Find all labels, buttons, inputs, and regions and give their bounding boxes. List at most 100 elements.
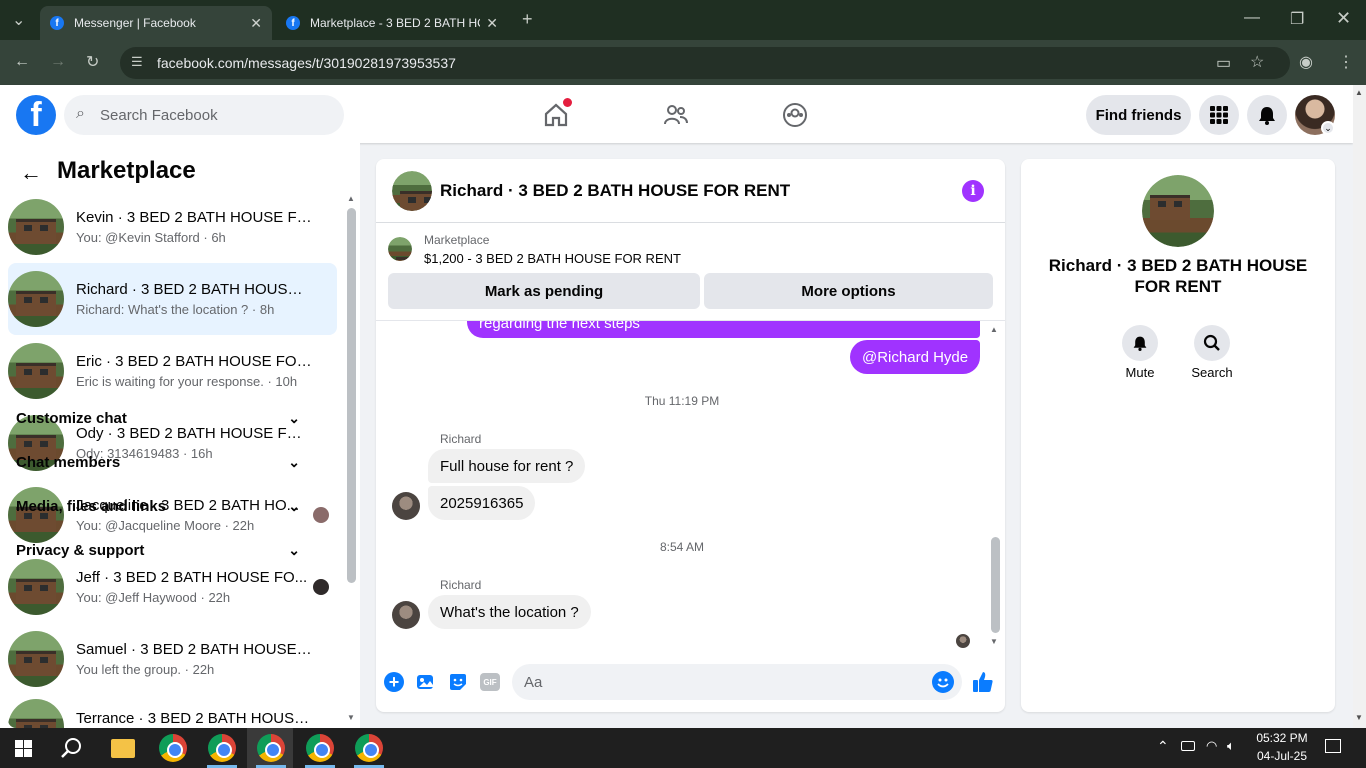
conversation-list-scrollbar[interactable]: [347, 208, 356, 583]
battery-icon[interactable]: [1181, 741, 1195, 751]
message-timestamp: Thu 11:19 PM: [644, 394, 720, 408]
scroll-up-icon[interactable]: ▲: [990, 325, 998, 334]
close-tab-icon[interactable]: ✕: [486, 15, 498, 32]
clock-date[interactable]: 04-Jul-25: [1252, 749, 1312, 763]
new-tab-icon[interactable]: +: [522, 9, 533, 30]
profile-avatar[interactable]: ⌄: [1295, 95, 1335, 135]
message-text: 2025916365: [440, 494, 524, 512]
message-bubble-outgoing[interactable]: regarding the next steps: [467, 321, 980, 338]
message-bubble-incoming[interactable]: Full house for rent ?: [428, 449, 586, 483]
message-thread-scrollbar[interactable]: [991, 537, 1000, 633]
tab-title: Marketplace - 3 BED 2 BATH HO: [310, 16, 480, 30]
chat-members-row[interactable]: Chat members ⌄: [16, 454, 300, 471]
home-icon[interactable]: [543, 98, 572, 128]
taskbar-search-icon[interactable]: [60, 736, 84, 760]
emoji-icon[interactable]: [932, 671, 954, 693]
conversation-item[interactable]: Kevin · 3 BED 2 BATH HOUSE FO... You: @Ke…: [8, 195, 337, 259]
browser-menu-icon[interactable]: ⋮: [1338, 52, 1354, 72]
search-conversation-button[interactable]: [1194, 325, 1230, 361]
tab-messenger[interactable]: f Messenger | Facebook ✕: [40, 6, 272, 40]
chrome-profile-icon[interactable]: [355, 734, 383, 762]
chat-header-thumbnail[interactable]: [392, 171, 432, 211]
listing-thumbnail: [8, 199, 64, 255]
close-tab-icon[interactable]: ✕: [250, 15, 262, 32]
show-hidden-icons-icon[interactable]: ⌃: [1157, 738, 1169, 755]
menu-grid-button[interactable]: [1199, 95, 1239, 135]
scroll-up-icon[interactable]: ▲: [1355, 88, 1363, 97]
conversation-item[interactable]: Jeff · 3 BED 2 BATH HOUSE FO... You: @Jef…: [8, 555, 337, 619]
chrome-profile-icon[interactable]: [257, 734, 285, 762]
customize-chat-row[interactable]: Customize chat ⌄: [16, 410, 300, 427]
wifi-icon[interactable]: ◠: [1206, 738, 1217, 754]
chat-header-title[interactable]: Richard · 3 BED 2 BATH HOUSE FOR RENT: [440, 181, 790, 201]
scroll-down-icon[interactable]: ▼: [347, 713, 355, 722]
close-window-icon[interactable]: ✕: [1336, 8, 1351, 29]
notifications-button[interactable]: [1247, 95, 1287, 135]
like-thumb-icon[interactable]: [972, 670, 994, 694]
mute-button[interactable]: [1122, 325, 1158, 361]
install-app-icon[interactable]: ▭: [1216, 53, 1231, 73]
gif-icon[interactable]: GIF: [480, 673, 500, 691]
volume-icon[interactable]: 🔈︎: [1227, 738, 1235, 754]
sender-avatar[interactable]: [392, 492, 420, 520]
minimize-icon[interactable]: —: [1244, 9, 1260, 27]
scroll-down-icon[interactable]: ▼: [990, 637, 998, 646]
sticker-icon[interactable]: [448, 672, 468, 692]
message-bubble-incoming[interactable]: 2025916365: [428, 486, 536, 520]
conversation-item-selected[interactable]: Richard · 3 BED 2 BATH HOUSE ... Richard:…: [8, 263, 337, 335]
forward-icon[interactable]: →: [50, 53, 66, 71]
site-info-icon[interactable]: ☰: [131, 54, 143, 70]
conversation-item[interactable]: Samuel · 3 BED 2 BATH HOUSE F... You left…: [8, 627, 337, 691]
chrome-profile-icon[interactable]: [208, 734, 236, 762]
groups-icon[interactable]: [782, 102, 808, 128]
message-bubble-outgoing[interactable]: @Richard Hyde: [850, 340, 981, 374]
scroll-up-icon[interactable]: ▲: [347, 194, 355, 203]
add-attachment-icon[interactable]: +: [384, 672, 404, 692]
restore-icon[interactable]: ❐: [1290, 9, 1304, 29]
find-friends-label: Find friends: [1095, 106, 1182, 124]
profile-icon[interactable]: ◉: [1299, 52, 1313, 72]
read-receipt-avatar: [956, 634, 970, 648]
info-icon[interactable]: i: [962, 180, 984, 202]
media-files-links-row[interactable]: Media, files and links ⌄: [16, 498, 300, 515]
find-friends-button[interactable]: Find friends: [1086, 95, 1191, 135]
listing-title[interactable]: $1,200 - 3 BED 2 BATH HOUSE FOR RENT: [424, 251, 681, 266]
chrome-icon[interactable]: [159, 734, 187, 762]
conversation-title: Richard · 3 BED 2 BATH HOUSE ...: [76, 281, 312, 298]
chrome-profile-icon[interactable]: [306, 734, 334, 762]
clock-time[interactable]: 05:32 PM: [1252, 731, 1312, 745]
more-options-button[interactable]: More options: [704, 273, 993, 309]
search-facebook-input[interactable]: ⌕ Search Facebook: [64, 95, 344, 135]
windows-start-icon[interactable]: [15, 740, 32, 757]
message-text: Full house for rent ?: [440, 457, 574, 475]
back-arrow-icon[interactable]: ←: [20, 160, 42, 186]
message-bubble-incoming[interactable]: What's the location ?: [428, 595, 591, 629]
scroll-down-icon[interactable]: ▼: [1355, 713, 1363, 722]
listing-thumbnail: [388, 237, 412, 261]
notification-center-icon[interactable]: [1325, 739, 1341, 753]
conversation-title: Samuel · 3 BED 2 BATH HOUSE F...: [76, 641, 312, 658]
conversation-item[interactable]: Eric · 3 BED 2 BATH HOUSE FOR ... Eric is…: [8, 339, 337, 403]
section-label: Privacy & support: [16, 542, 145, 559]
back-icon[interactable]: ←: [14, 53, 30, 71]
facebook-logo-icon[interactable]: f: [16, 95, 56, 135]
photo-icon[interactable]: [416, 672, 436, 692]
sender-avatar[interactable]: [392, 601, 420, 629]
privacy-support-row[interactable]: Privacy & support ⌄: [16, 542, 300, 559]
listing-photo[interactable]: [1142, 175, 1214, 247]
page-scrollbar[interactable]: [1353, 85, 1366, 728]
message-text: What's the location ?: [440, 603, 579, 621]
conversation-item[interactable]: Jacqueline · 3 BED 2 BATH HO... You: @Jac…: [8, 483, 337, 547]
file-explorer-icon[interactable]: [111, 739, 135, 758]
address-bar[interactable]: facebook.com/messages/t/3019028197395353…: [120, 47, 1290, 79]
bookmark-star-icon[interactable]: ☆: [1250, 52, 1264, 72]
reload-icon[interactable]: ↻: [86, 52, 99, 72]
conversation-item[interactable]: Terrance · 3 BED 2 BATH HOUSE ...: [8, 699, 337, 728]
message-thread: regarding the next steps @Richard Hyde T…: [376, 321, 1005, 656]
tab-marketplace[interactable]: f Marketplace - 3 BED 2 BATH HO ✕: [276, 6, 508, 40]
friends-icon[interactable]: [663, 102, 689, 128]
mark-as-pending-button[interactable]: Mark as pending: [388, 273, 700, 309]
tab-search-icon[interactable]: ⌄: [12, 10, 25, 30]
chevron-down-icon: ⌄: [288, 454, 300, 470]
message-input[interactable]: Aa: [512, 664, 962, 700]
